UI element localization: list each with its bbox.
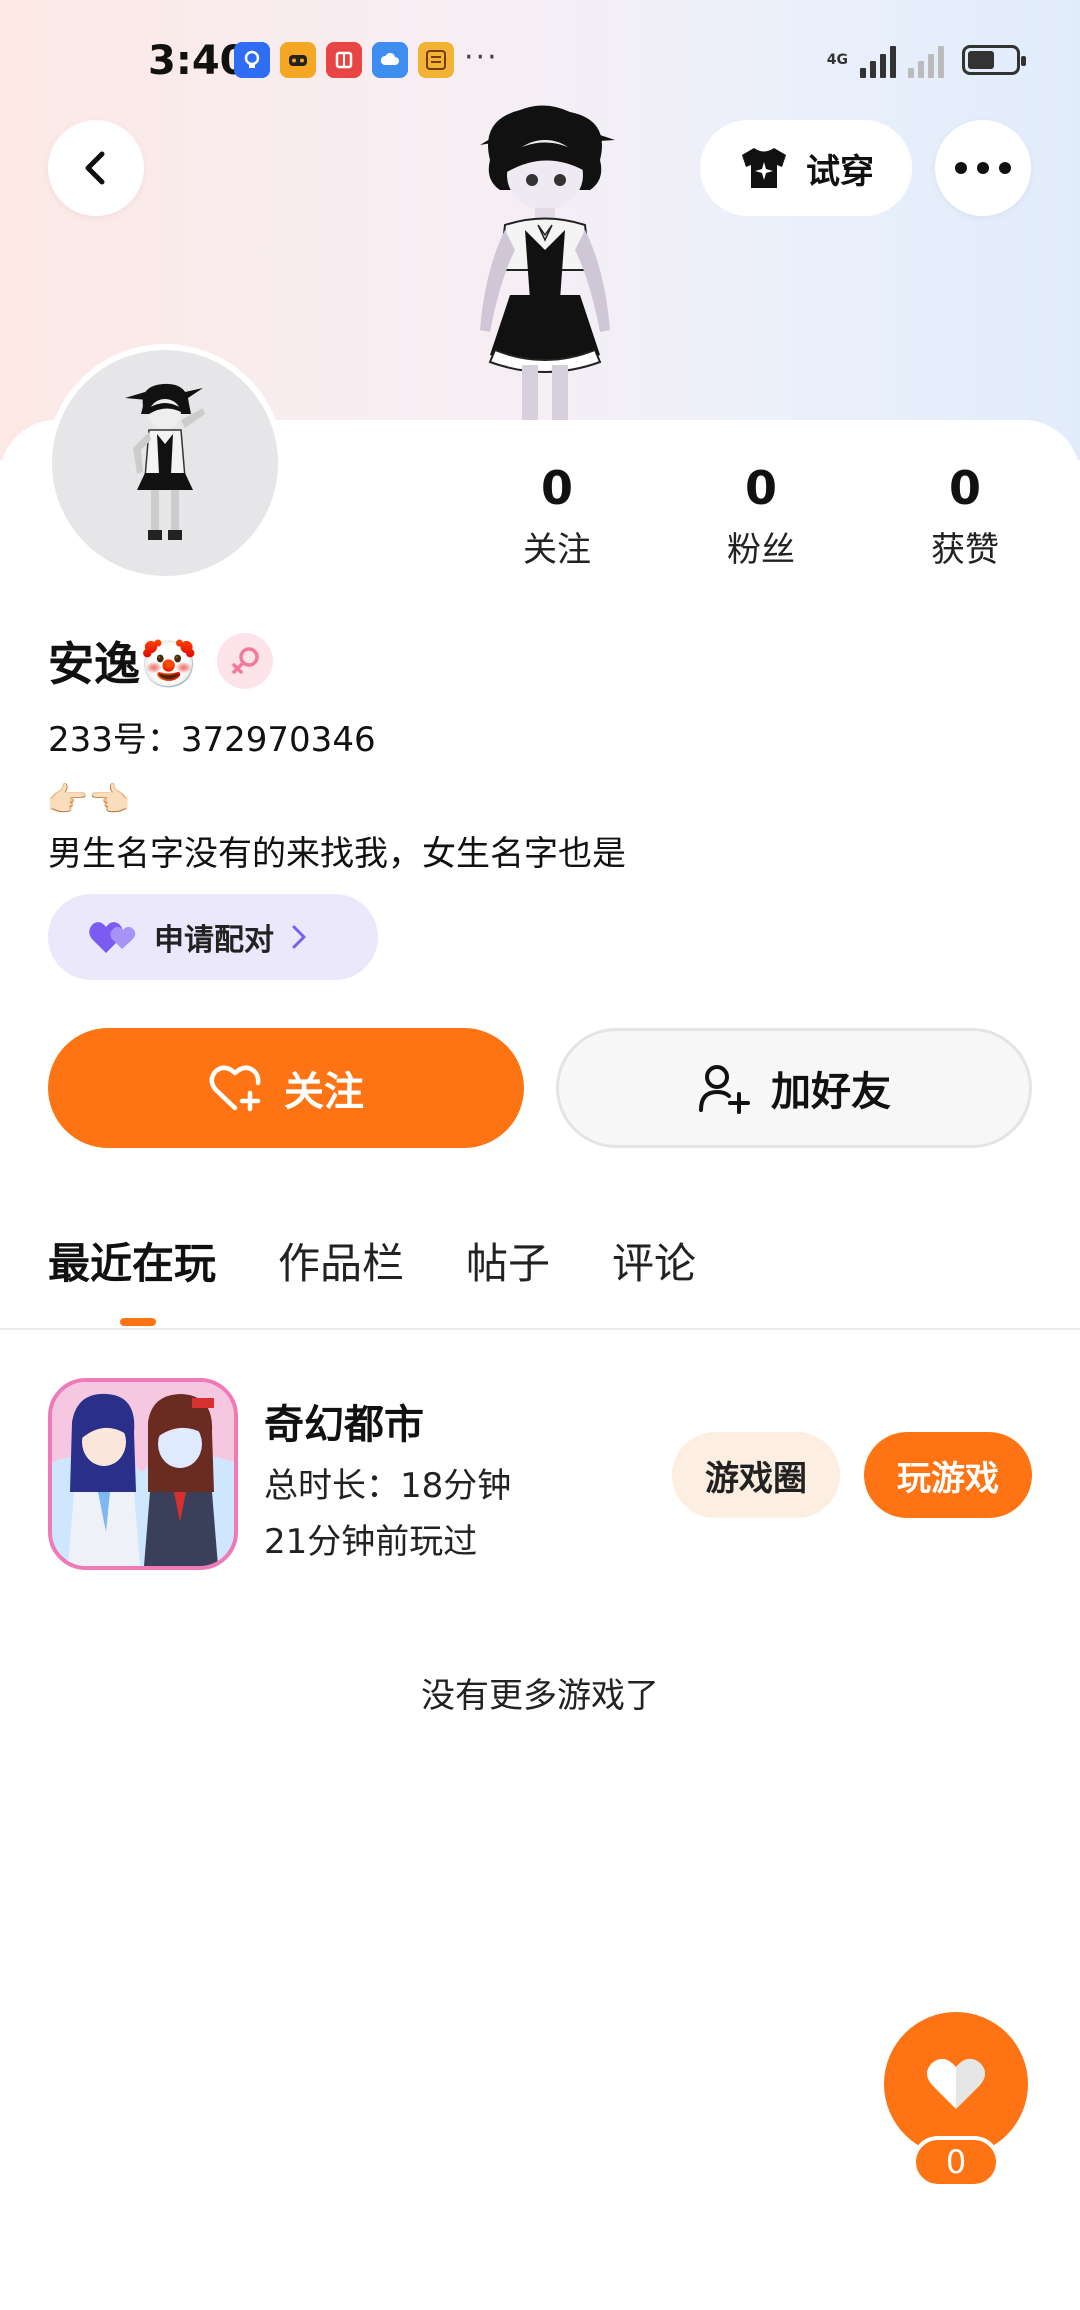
no-more-games-text: 没有更多游戏了 bbox=[421, 1676, 659, 1716]
follow-button[interactable]: 关注 bbox=[48, 1028, 524, 1148]
system-indicators: 4G bbox=[827, 42, 1026, 78]
profile-tabs: 最近在玩 作品栏 帖子 评论 bbox=[48, 1230, 696, 1291]
network-label: 4G bbox=[826, 52, 848, 68]
user-id: 233号：372970346 bbox=[48, 720, 376, 760]
follow-label: 关注 bbox=[284, 1069, 364, 1115]
bulb-app-icon bbox=[234, 42, 270, 78]
avatar-figure-icon bbox=[125, 383, 205, 540]
heart-icon bbox=[927, 2058, 985, 2109]
notification-icons bbox=[234, 42, 454, 78]
like-count-badge: 0 bbox=[912, 2136, 1000, 2188]
try-on-button[interactable]: 试穿 bbox=[700, 120, 912, 216]
tab-recently-played[interactable]: 最近在玩 bbox=[48, 1230, 216, 1291]
active-tab-indicator bbox=[120, 1318, 156, 1326]
stat-followers[interactable]: 0 粉丝 bbox=[681, 460, 841, 571]
add-user-icon bbox=[699, 1065, 750, 1114]
game-last-played: 21分钟前玩过 bbox=[264, 1522, 478, 1562]
shirt-sparkle-icon bbox=[742, 148, 786, 188]
stat-followers-value: 0 bbox=[744, 461, 777, 515]
game-art-icon bbox=[52, 1382, 234, 1566]
game-total-time: 总时长：18分钟 bbox=[264, 1466, 512, 1506]
signal-secondary-icon bbox=[908, 42, 944, 78]
more-dots-icon bbox=[955, 162, 1011, 174]
play-game-button[interactable]: 玩游戏 bbox=[864, 1432, 1032, 1518]
stat-following-value: 0 bbox=[540, 461, 573, 515]
tab-works[interactable]: 作品栏 bbox=[278, 1230, 404, 1291]
bio-emoji: 👉🏻👈🏻 bbox=[46, 780, 131, 820]
add-friend-label: 加好友 bbox=[771, 1069, 891, 1115]
avatar-3d-figure bbox=[480, 105, 615, 420]
more-options-button[interactable] bbox=[935, 120, 1031, 216]
cloud-app-icon bbox=[372, 42, 408, 78]
chevron-right-icon bbox=[292, 925, 306, 949]
tab-posts[interactable]: 帖子 bbox=[466, 1230, 550, 1291]
status-time: 3:40 bbox=[148, 38, 248, 84]
bio-text: 男生名字没有的来找我，女生名字也是 bbox=[48, 834, 626, 874]
book-app-icon bbox=[326, 42, 362, 78]
stat-following[interactable]: 0 关注 bbox=[477, 460, 637, 571]
game-circle-button[interactable]: 游戏圈 bbox=[672, 1432, 840, 1518]
dewu-app-icon bbox=[418, 42, 454, 78]
game-list-item[interactable]: 奇幻都市 总时长：18分钟 21分钟前玩过 游戏圈 玩游戏 bbox=[48, 1378, 1032, 1572]
network-type: 4G bbox=[827, 53, 848, 67]
stat-likes[interactable]: 0 获赞 bbox=[885, 460, 1045, 571]
double-heart-icon bbox=[89, 922, 136, 953]
tab-comments[interactable]: 评论 bbox=[612, 1230, 696, 1291]
stat-followers-label: 粉丝 bbox=[727, 530, 795, 570]
profile-name: 安逸🤡 bbox=[48, 637, 198, 691]
stat-likes-value: 0 bbox=[948, 461, 981, 515]
avatar[interactable] bbox=[46, 344, 284, 582]
game-title: 奇幻都市 bbox=[264, 1402, 424, 1448]
chevron-left-icon bbox=[85, 151, 105, 185]
try-on-label: 试穿 bbox=[806, 151, 874, 192]
request-pair-label: 申请配对 bbox=[154, 923, 274, 958]
back-button[interactable] bbox=[48, 120, 144, 216]
heart-plus-icon bbox=[209, 1065, 261, 1112]
battery-icon bbox=[962, 45, 1026, 75]
female-gender-icon bbox=[217, 633, 274, 689]
game-icon[interactable] bbox=[48, 1378, 238, 1570]
add-friend-button[interactable]: 加好友 bbox=[556, 1028, 1032, 1148]
game-app-icon bbox=[280, 42, 316, 78]
request-pair-button[interactable]: 申请配对 bbox=[48, 894, 378, 980]
stat-following-label: 关注 bbox=[523, 530, 591, 570]
tab-divider bbox=[0, 1328, 1080, 1330]
like-fab-button[interactable] bbox=[884, 2012, 1028, 2156]
stat-likes-label: 获赞 bbox=[931, 530, 999, 570]
signal-icon bbox=[860, 42, 896, 78]
name-row: 安逸🤡 bbox=[48, 628, 274, 694]
more-notifications-indicator: ··· bbox=[464, 40, 499, 75]
